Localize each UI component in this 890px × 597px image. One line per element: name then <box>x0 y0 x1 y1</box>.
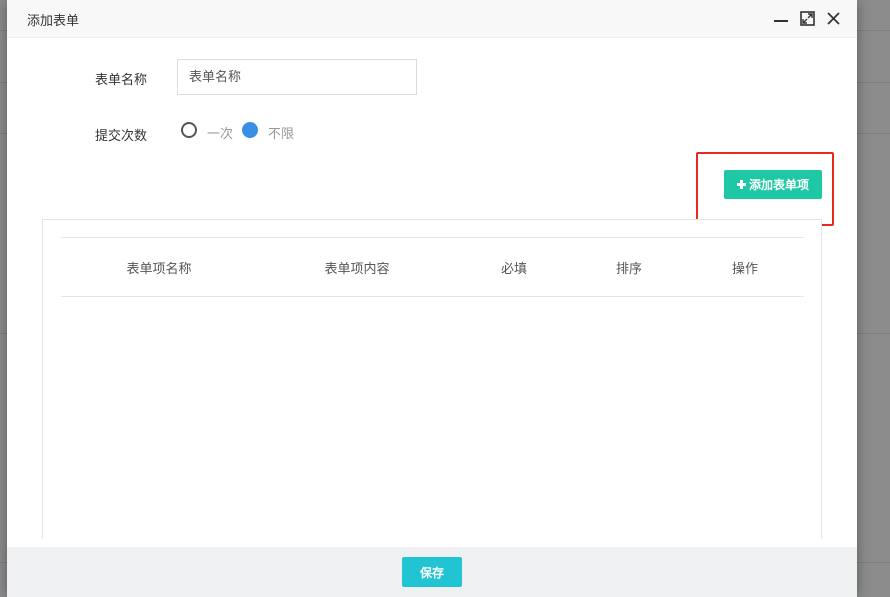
save-button[interactable]: 保存 <box>402 557 462 587</box>
submit-count-label: 提交次数 <box>95 129 148 144</box>
maximize-icon[interactable] <box>799 10 815 26</box>
column-header-required: 必填 <box>500 262 528 277</box>
plus-icon <box>736 180 746 189</box>
dialog-title: 添加表单 <box>27 14 80 29</box>
table-header: 表单项名称 表单项内容 必填 排序 操作 <box>61 237 804 297</box>
minimize-icon[interactable] <box>773 10 789 26</box>
radio-once[interactable] <box>181 122 197 138</box>
add-form-item-label: 添加表单项 <box>748 178 809 192</box>
radio-once-label[interactable]: 一次 <box>207 123 233 142</box>
radio-unlimited[interactable] <box>242 122 258 138</box>
radio-unlimited-label[interactable]: 不限 <box>268 123 294 142</box>
column-header-sort: 排序 <box>615 262 643 277</box>
column-header-actions: 操作 <box>731 262 759 277</box>
dialog-header: 添加表单 <box>7 0 857 38</box>
form-name-label: 表单名称 <box>95 73 148 88</box>
form-name-input[interactable] <box>177 59 417 95</box>
dialog-footer: 保存 <box>7 547 857 597</box>
column-header-item-content: 表单项内容 <box>324 262 390 277</box>
column-header-item-name: 表单项名称 <box>126 262 192 277</box>
add-form-dialog: 添加表单 表单名称 提交次数 一次 不限 添加表单项 表单项名称 表 <box>7 0 857 597</box>
add-form-item-button[interactable]: 添加表单项 <box>724 170 822 199</box>
close-icon[interactable] <box>825 10 841 26</box>
form-items-table-panel: 表单项名称 表单项内容 必填 排序 操作 <box>42 219 822 539</box>
